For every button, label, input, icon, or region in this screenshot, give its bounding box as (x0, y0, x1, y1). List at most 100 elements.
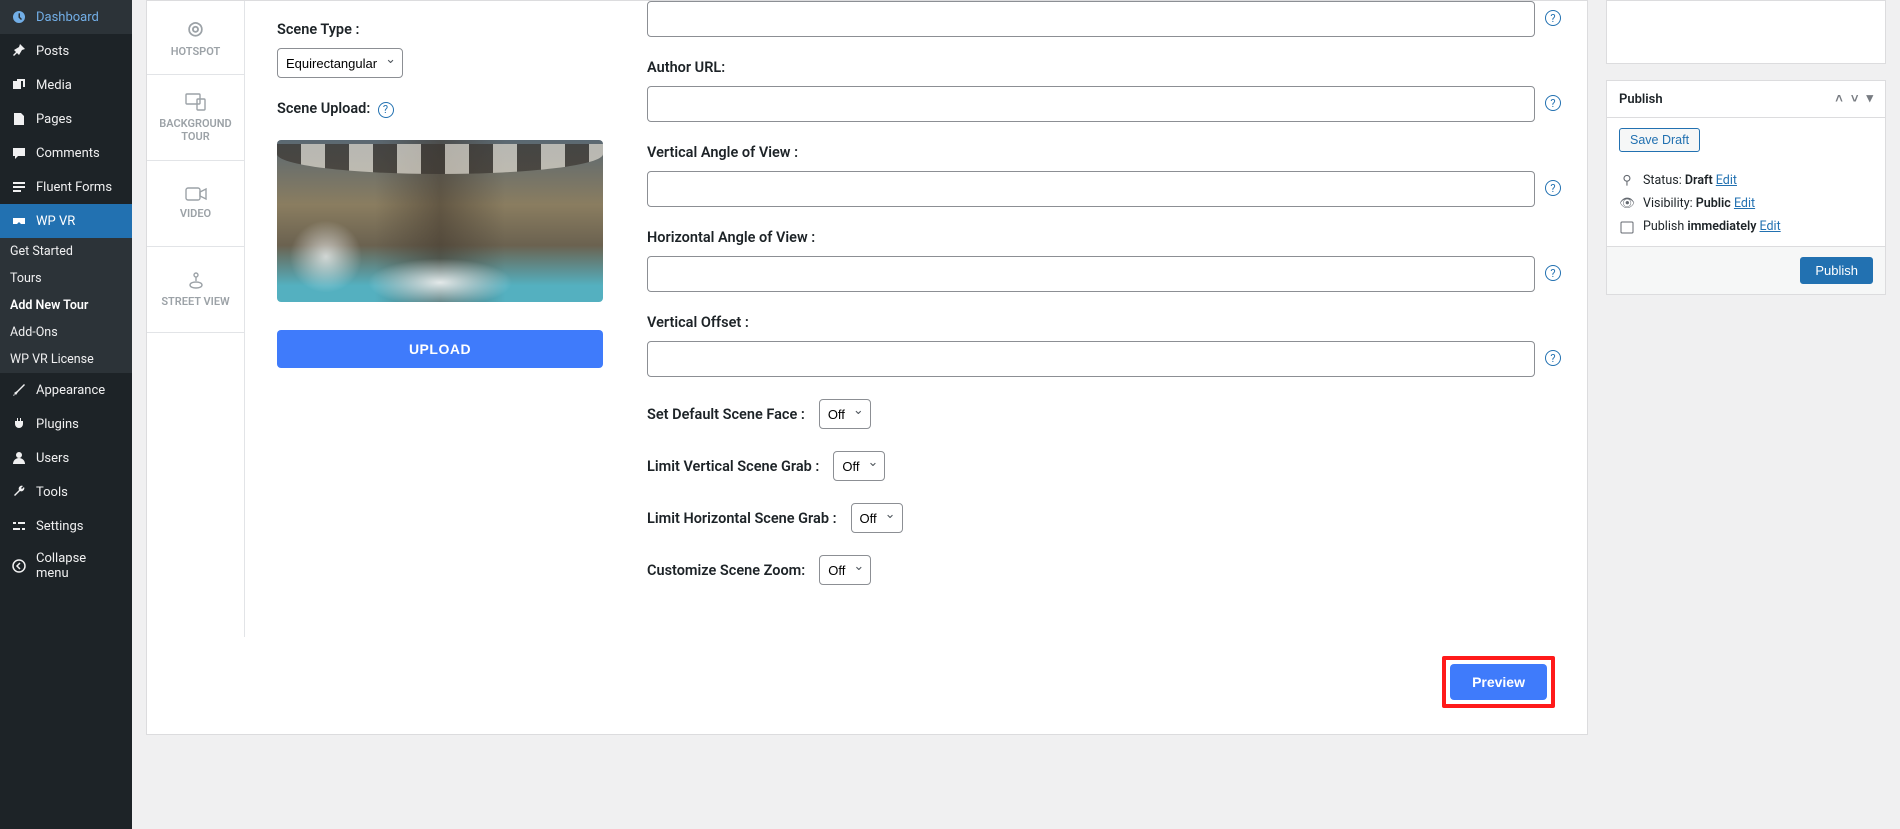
sidebar-item-plugins[interactable]: Plugins (0, 407, 132, 441)
form-icon (10, 178, 28, 196)
brush-icon (10, 381, 28, 399)
sidebar-item-comments[interactable]: Comments (0, 136, 132, 170)
user-icon (10, 449, 28, 467)
preview-highlight: Preview (1442, 656, 1555, 708)
collapse-icon (10, 557, 28, 575)
sidebar-label: Tools (36, 485, 68, 500)
info-icon[interactable]: ? (1545, 10, 1561, 26)
meta-box-upper (1606, 0, 1886, 64)
vaov-input[interactable] (647, 171, 1535, 207)
gauge-icon (10, 8, 28, 26)
sidebar-item-settings[interactable]: Settings (0, 509, 132, 543)
vaov-label: Vertical Angle of View : (647, 144, 1561, 161)
save-draft-button[interactable]: Save Draft (1619, 128, 1700, 152)
submenu-license[interactable]: WP VR License (0, 346, 132, 373)
wrench-icon (10, 483, 28, 501)
info-icon[interactable]: ? (1545, 265, 1561, 281)
sidebar-item-posts[interactable]: Posts (0, 34, 132, 68)
sidebar-label: Fluent Forms (36, 180, 112, 195)
sidebar-item-collapse[interactable]: Collapse menu (0, 543, 132, 589)
info-icon[interactable]: ? (378, 102, 394, 118)
voffset-input[interactable] (647, 341, 1535, 377)
submenu-addons[interactable]: Add-Ons (0, 319, 132, 346)
scene-top-input[interactable] (647, 1, 1535, 37)
chevron-down-icon[interactable]: ˅ (1851, 91, 1859, 107)
edit-status-link[interactable]: Edit (1716, 173, 1737, 188)
video-icon (185, 187, 207, 201)
scene-panel: ◎ HOTSPOT BACKGROUND TOUR VIDEO (146, 0, 1588, 735)
eye-icon: 👁 (1619, 196, 1635, 211)
admin-sidebar: Dashboard Posts Media Pages Comments Flu… (0, 0, 132, 829)
publish-title: Publish (1619, 92, 1663, 107)
sidebar-label: Appearance (36, 383, 105, 398)
key-icon: ⚲ (1619, 172, 1635, 188)
sidebar-label: Plugins (36, 417, 79, 432)
haov-label: Horizontal Angle of View : (647, 229, 1561, 246)
pin-icon (10, 42, 28, 60)
scene-type-label: Scene Type : (277, 21, 617, 38)
sidebar-label: Collapse menu (36, 551, 122, 581)
sidebar-label: Settings (36, 519, 83, 534)
scene-upload-label: Scene Upload: (277, 100, 370, 117)
publish-button[interactable]: Publish (1800, 257, 1873, 284)
info-icon[interactable]: ? (1545, 350, 1561, 366)
voffset-label: Vertical Offset : (647, 314, 1561, 331)
sidebar-item-tools[interactable]: Tools (0, 475, 132, 509)
preview-button[interactable]: Preview (1450, 664, 1547, 700)
edit-schedule-link[interactable]: Edit (1760, 219, 1781, 234)
plug-icon (10, 415, 28, 433)
info-icon[interactable]: ? (1545, 95, 1561, 111)
sidebar-label: Dashboard (36, 10, 99, 25)
scene-type-select[interactable]: Equirectangular (277, 48, 403, 78)
submenu-add-new-tour[interactable]: Add New Tour (0, 292, 132, 319)
limit-v-select[interactable]: Off (833, 451, 885, 481)
submenu-get-started[interactable]: Get Started (0, 238, 132, 265)
chevron-up-icon[interactable]: ˄ (1835, 91, 1843, 107)
sidebar-label: Users (36, 451, 69, 466)
comment-icon (10, 144, 28, 162)
zoom-label: Customize Scene Zoom: (647, 562, 805, 579)
sidebar-item-pages[interactable]: Pages (0, 102, 132, 136)
target-icon: ◎ (188, 18, 204, 39)
edit-visibility-link[interactable]: Edit (1734, 196, 1755, 211)
vtab-hotspot[interactable]: ◎ HOTSPOT (147, 1, 244, 75)
vtab-street-view[interactable]: STREET VIEW (147, 247, 244, 333)
author-url-label: Author URL: (647, 59, 1561, 76)
devices-icon (185, 93, 207, 111)
sidebar-label: Comments (36, 146, 100, 161)
limit-h-select[interactable]: Off (851, 503, 903, 533)
scene-vertical-tabs: ◎ HOTSPOT BACKGROUND TOUR VIDEO (147, 1, 245, 637)
calendar-icon (1619, 220, 1635, 234)
dropdown-icon[interactable]: ▾ (1866, 91, 1873, 107)
sidebar-item-wpvr[interactable]: WP VR (0, 204, 132, 238)
media-icon (10, 76, 28, 94)
default-face-select[interactable]: Off (819, 399, 871, 429)
info-icon[interactable]: ? (1545, 180, 1561, 196)
sidebar-label: Media (36, 78, 72, 93)
default-face-label: Set Default Scene Face : (647, 406, 805, 423)
vtab-video[interactable]: VIDEO (147, 161, 244, 247)
sidebar-item-dashboard[interactable]: Dashboard (0, 0, 132, 34)
submenu-tours[interactable]: Tours (0, 265, 132, 292)
sidebar-item-appearance[interactable]: Appearance (0, 373, 132, 407)
limit-h-label: Limit Horizontal Scene Grab : (647, 510, 837, 527)
sidebar-item-fluentforms[interactable]: Fluent Forms (0, 170, 132, 204)
sidebar-label: Pages (36, 112, 72, 127)
sidebar-item-users[interactable]: Users (0, 441, 132, 475)
wpvr-submenu: Get Started Tours Add New Tour Add-Ons W… (0, 238, 132, 373)
publish-box: Publish ˄ ˅ ▾ Save Draft ⚲ Status: Draft… (1606, 80, 1886, 295)
limit-v-label: Limit Vertical Scene Grab : (647, 458, 819, 475)
sidebar-label: WP VR (36, 214, 75, 229)
author-url-input[interactable] (647, 86, 1535, 122)
sidebar-label: Posts (36, 44, 69, 59)
vr-icon (10, 212, 28, 230)
content-area: ◎ HOTSPOT BACKGROUND TOUR VIDEO (132, 0, 1900, 829)
vtab-background-tour[interactable]: BACKGROUND TOUR (147, 75, 244, 161)
upload-button[interactable]: UPLOAD (277, 330, 603, 368)
zoom-select[interactable]: Off (819, 555, 871, 585)
page-icon (10, 110, 28, 128)
sidebar-item-media[interactable]: Media (0, 68, 132, 102)
streetview-icon (188, 271, 204, 289)
scene-upload-preview (277, 140, 603, 302)
haov-input[interactable] (647, 256, 1535, 292)
